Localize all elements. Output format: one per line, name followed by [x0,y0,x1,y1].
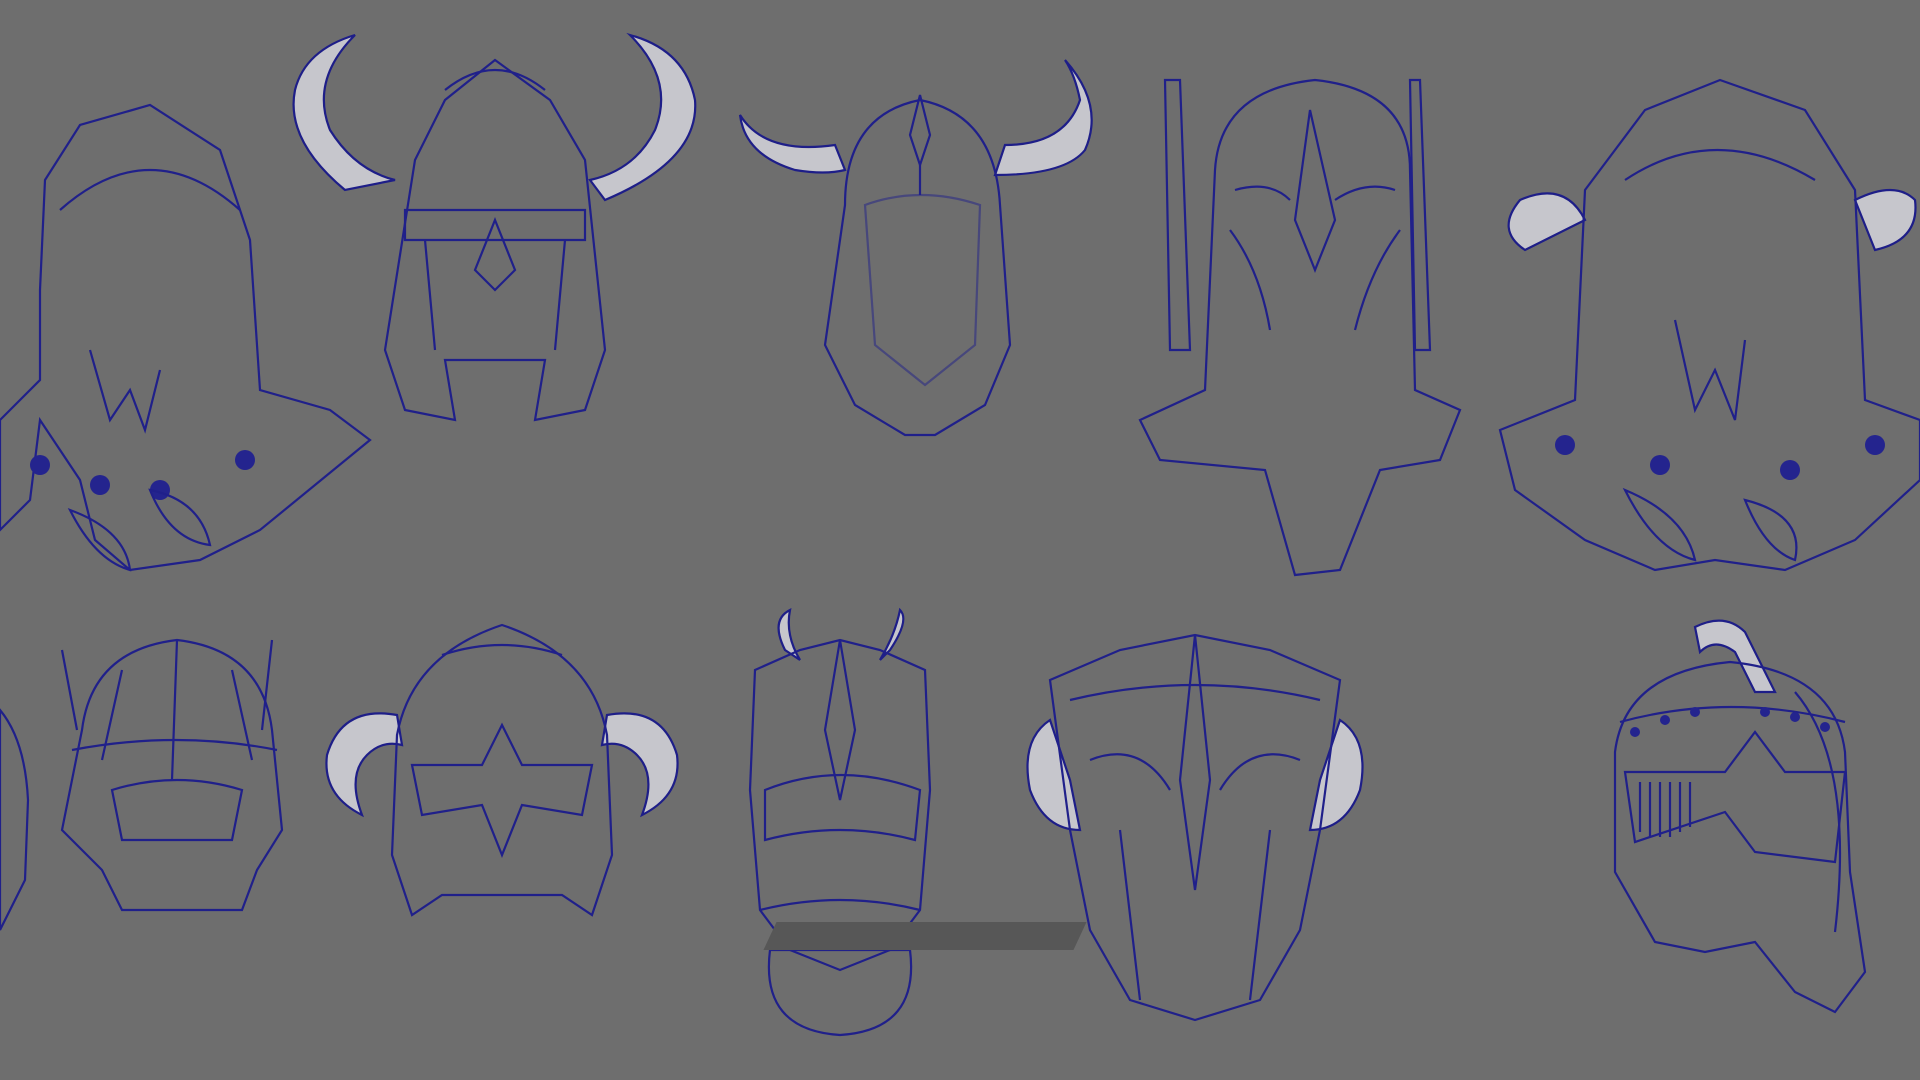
wireframe-mesh [738,59,1093,437]
wireframe-mesh [0,708,30,931]
wireframe-mesh [292,32,697,422]
wireframe-mesh [60,638,284,912]
model-antlered-visor-helmet[interactable] [740,607,940,1040]
wireframe-mesh [748,607,932,1037]
model-studded-barbute-helmet[interactable] [1595,612,1867,1022]
wireframe-mesh [1613,619,1867,1014]
model-spiked-horned-helmet-with-pauldrons[interactable] [1495,70,1920,580]
model-horned-nasal-helmet[interactable] [735,55,1105,465]
model-horned-masked-helmet[interactable] [322,615,682,935]
wireframe-mesh [1498,78,1920,572]
model-partial-helmet-edge[interactable] [0,700,32,931]
wireframe-mesh [325,623,679,917]
model-crested-long-face-helmet[interactable] [1138,70,1470,585]
model-ribbed-dome-helmet[interactable] [42,630,292,912]
model-winged-mask-helmet[interactable] [1020,630,1370,1022]
wireframe-mesh [1138,78,1462,577]
3d-viewport[interactable] [0,0,1920,1080]
model-horned-helmet-with-face-guard[interactable] [285,30,715,470]
wireframe-mesh [1026,633,1364,1022]
